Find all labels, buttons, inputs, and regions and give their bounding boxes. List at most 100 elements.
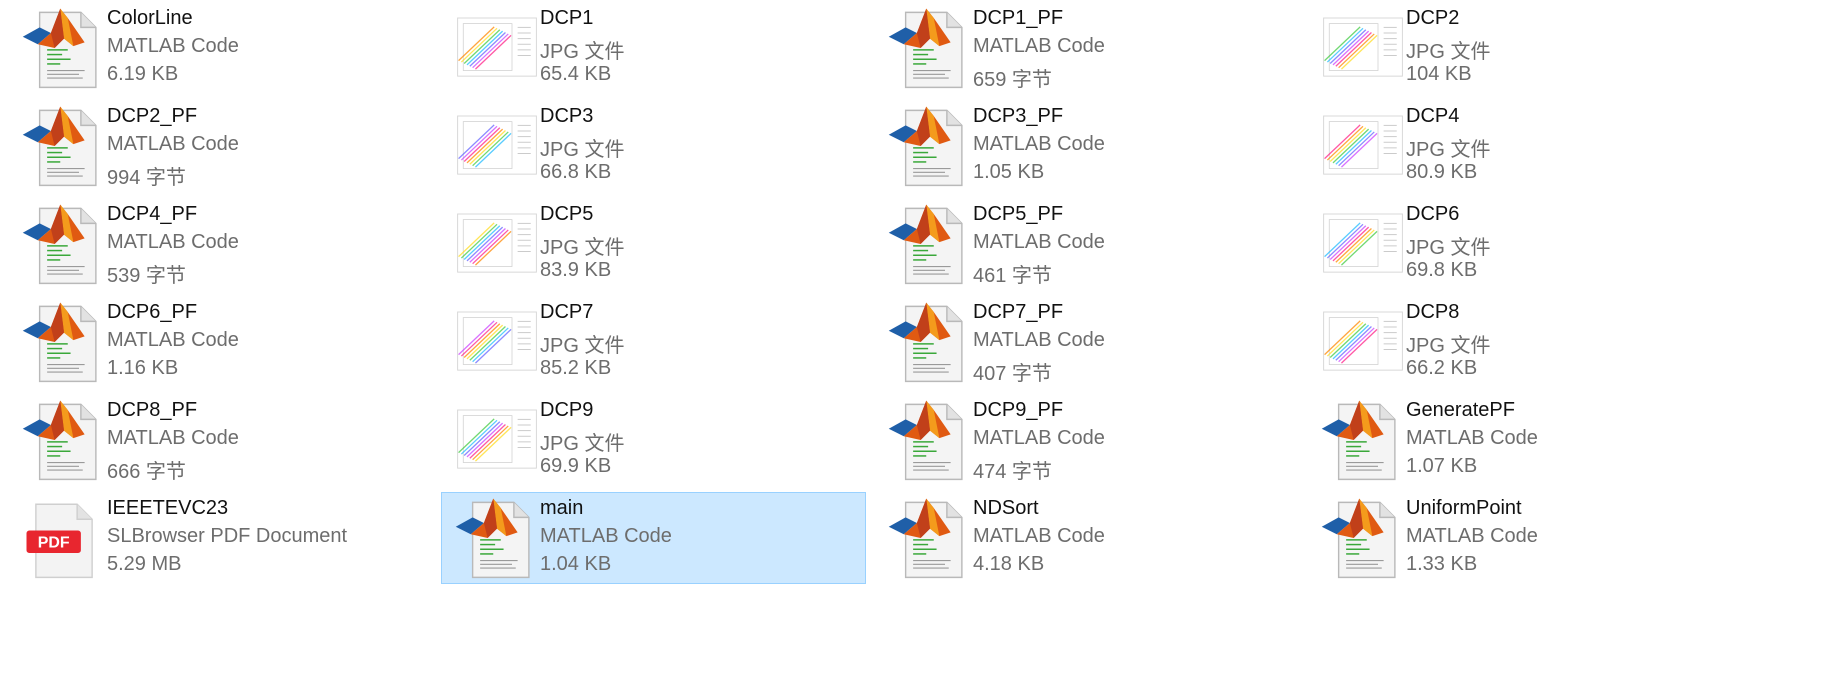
file-name: DCP7: [540, 301, 594, 323]
file-name: DCP3: [540, 105, 594, 127]
file-size: 5.29 MB: [107, 553, 182, 575]
file-name: DCP6_PF: [107, 301, 198, 323]
file-name: NDSort: [973, 497, 1039, 519]
file-item[interactable]: DCP3_PF MATLAB Code 1.05 KB: [874, 100, 1299, 192]
file-size: 474 字节: [973, 461, 1052, 483]
file-item[interactable]: DCP7_PF MATLAB Code 407 字节: [874, 296, 1299, 388]
file-size: 4.18 KB: [973, 553, 1045, 575]
file-name: DCP4: [1406, 105, 1460, 127]
matlab-file-icon: [19, 101, 109, 191]
file-item[interactable]: DCP8_PF MATLAB Code 666 字节: [8, 394, 433, 486]
file-type: MATLAB Code: [973, 133, 1105, 155]
file-name: DCP4_PF: [107, 203, 198, 225]
jpg-thumbnail-icon: [452, 199, 542, 289]
jpg-thumbnail-icon: [1318, 297, 1408, 387]
file-name: DCP9_PF: [973, 399, 1064, 421]
jpg-thumbnail-icon: [452, 395, 542, 485]
file-name: DCP7_PF: [973, 301, 1064, 323]
file-item[interactable]: DCP6_PF MATLAB Code 1.16 KB: [8, 296, 433, 388]
file-item[interactable]: DCP9 JPG 文件 69.9 KB: [441, 394, 866, 486]
file-size: 80.9 KB: [1406, 161, 1478, 183]
file-item[interactable]: DCP5 JPG 文件 83.9 KB: [441, 198, 866, 290]
file-item[interactable]: DCP6 JPG 文件 69.8 KB: [1307, 198, 1732, 290]
file-item[interactable]: DCP1_PF MATLAB Code 659 字节: [874, 2, 1299, 94]
pdf-file-icon: PDF: [19, 493, 109, 583]
file-size: 66.8 KB: [540, 161, 612, 183]
file-item[interactable]: DCP7 JPG 文件 85.2 KB: [441, 296, 866, 388]
file-type: MATLAB Code: [1406, 427, 1538, 449]
file-item[interactable]: main MATLAB Code 1.04 KB: [441, 492, 866, 584]
file-name: DCP3_PF: [973, 105, 1064, 127]
file-type: MATLAB Code: [1406, 525, 1538, 547]
file-type: MATLAB Code: [107, 133, 239, 155]
file-item[interactable]: DCP4_PF MATLAB Code 539 字节: [8, 198, 433, 290]
file-item[interactable]: PDF IEEETEVC23 SLBrowser PDF Document 5.29…: [8, 492, 433, 584]
file-name: DCP6: [1406, 203, 1460, 225]
matlab-file-icon: [19, 297, 109, 387]
file-type: MATLAB Code: [107, 427, 239, 449]
matlab-file-icon: [885, 3, 975, 93]
file-name: DCP5_PF: [973, 203, 1064, 225]
matlab-file-icon: [19, 199, 109, 289]
file-size: 104 KB: [1406, 63, 1472, 85]
file-item[interactable]: DCP3 JPG 文件 66.8 KB: [441, 100, 866, 192]
file-type: JPG 文件: [540, 139, 625, 161]
file-type: MATLAB Code: [107, 231, 239, 253]
file-item[interactable]: DCP5_PF MATLAB Code 461 字节: [874, 198, 1299, 290]
file-size: 539 字节: [107, 265, 186, 287]
file-type: MATLAB Code: [973, 329, 1105, 351]
jpg-thumbnail-icon: [452, 3, 542, 93]
file-item[interactable]: DCP2 JPG 文件 104 KB: [1307, 2, 1732, 94]
file-size: 1.16 KB: [107, 357, 179, 379]
file-type: JPG 文件: [540, 237, 625, 259]
file-type: MATLAB Code: [973, 231, 1105, 253]
file-item[interactable]: ColorLine MATLAB Code 6.19 KB: [8, 2, 433, 94]
matlab-file-icon: [885, 297, 975, 387]
file-name: DCP2_PF: [107, 105, 198, 127]
file-item[interactable]: DCP4 JPG 文件 80.9 KB: [1307, 100, 1732, 192]
file-item[interactable]: DCP8 JPG 文件 66.2 KB: [1307, 296, 1732, 388]
file-size: 407 字节: [973, 363, 1052, 385]
file-type: MATLAB Code: [973, 35, 1105, 57]
file-name: main: [540, 497, 584, 519]
file-size: 83.9 KB: [540, 259, 612, 281]
file-item[interactable]: DCP2_PF MATLAB Code 994 字节: [8, 100, 433, 192]
file-size: 65.4 KB: [540, 63, 612, 85]
matlab-file-icon: [885, 199, 975, 289]
file-name: DCP8_PF: [107, 399, 198, 421]
file-name: GeneratePF: [1406, 399, 1515, 421]
file-item[interactable]: UniformPoint MATLAB Code 1.33 KB: [1307, 492, 1732, 584]
file-type: JPG 文件: [1406, 41, 1491, 63]
file-item[interactable]: DCP9_PF MATLAB Code 474 字节: [874, 394, 1299, 486]
file-name: DCP2: [1406, 7, 1460, 29]
file-type: MATLAB Code: [107, 35, 239, 57]
matlab-file-icon: [1318, 395, 1408, 485]
file-size: 85.2 KB: [540, 357, 612, 379]
jpg-thumbnail-icon: [1318, 3, 1408, 93]
matlab-file-icon: [885, 493, 975, 583]
file-size: 1.33 KB: [1406, 553, 1478, 575]
jpg-thumbnail-icon: [452, 297, 542, 387]
matlab-file-icon: [19, 3, 109, 93]
file-size: 994 字节: [107, 167, 186, 189]
file-type: JPG 文件: [540, 335, 625, 357]
file-item[interactable]: NDSort MATLAB Code 4.18 KB: [874, 492, 1299, 584]
matlab-file-icon: [1318, 493, 1408, 583]
matlab-file-icon: [19, 395, 109, 485]
file-type: JPG 文件: [1406, 139, 1491, 161]
file-name: ColorLine: [107, 7, 193, 29]
file-item[interactable]: DCP1 JPG 文件 65.4 KB: [441, 2, 866, 94]
file-type: MATLAB Code: [973, 427, 1105, 449]
file-name: DCP9: [540, 399, 594, 421]
jpg-thumbnail-icon: [1318, 199, 1408, 289]
file-size: 6.19 KB: [107, 63, 179, 85]
file-name: IEEETEVC23: [107, 497, 229, 519]
file-name: UniformPoint: [1406, 497, 1522, 519]
matlab-file-icon: [885, 395, 975, 485]
file-item[interactable]: GeneratePF MATLAB Code 1.07 KB: [1307, 394, 1732, 486]
file-type: JPG 文件: [1406, 237, 1491, 259]
file-name: DCP8: [1406, 301, 1460, 323]
file-type: MATLAB Code: [107, 329, 239, 351]
file-type: MATLAB Code: [973, 525, 1105, 547]
file-type: SLBrowser PDF Document: [107, 525, 348, 547]
